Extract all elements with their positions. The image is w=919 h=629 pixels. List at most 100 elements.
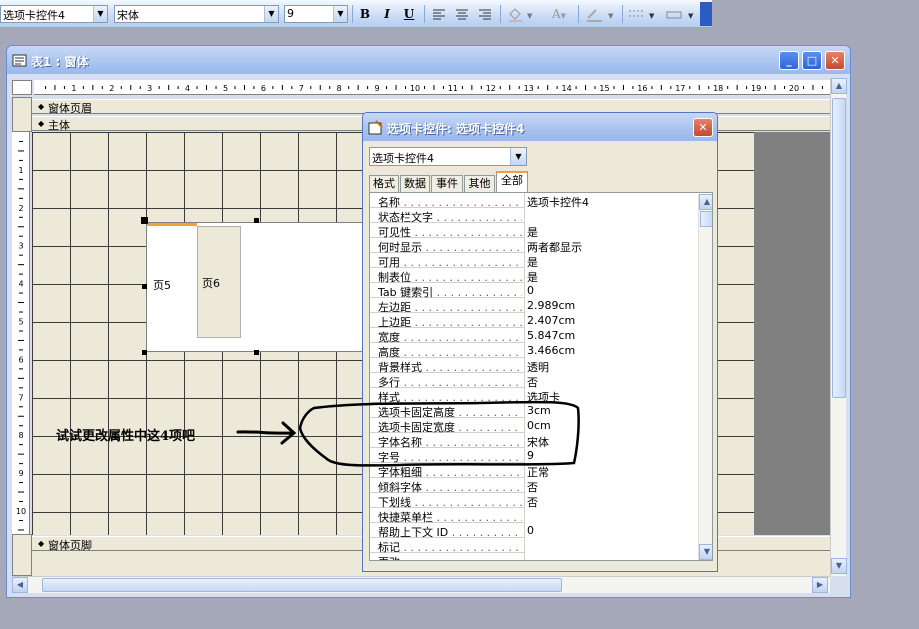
object-combo[interactable]: 选项卡控件4 ▼	[0, 5, 108, 23]
property-value[interactable]: 是	[524, 223, 694, 239]
property-value[interactable]: 是	[524, 268, 694, 284]
chevron-down-icon[interactable]: ▼	[93, 6, 107, 22]
horizontal-scrollbar[interactable]: ◀ ▶	[12, 576, 830, 593]
horizontal-scroll-thumb[interactable]	[42, 578, 562, 592]
property-row[interactable]: 快捷菜单栏	[370, 508, 694, 524]
underline-button[interactable]: U	[400, 6, 418, 23]
vertical-scrollbar[interactable]: ▲ ▼	[830, 78, 847, 576]
tab-all[interactable]: 全部	[496, 171, 528, 193]
property-row[interactable]: 可用是	[370, 253, 694, 269]
property-value[interactable]	[524, 208, 694, 223]
line-width-button[interactable]: ▼	[626, 6, 658, 23]
vertical-ruler[interactable]: 1 2 3 4 5 6 7 8 9 10	[12, 132, 30, 534]
property-row[interactable]: 倾斜字体否	[370, 478, 694, 494]
property-row[interactable]: 上边距2.407cm	[370, 313, 694, 329]
property-scrollbar[interactable]: ▲ ▼	[698, 194, 712, 560]
tab-page5[interactable]: 页5	[147, 223, 197, 339]
font-size-combo[interactable]: 9 ▼	[284, 5, 348, 23]
special-effect-button[interactable]: ▼	[664, 6, 698, 23]
vertical-scroll-thumb[interactable]	[832, 98, 846, 398]
align-right-button[interactable]	[476, 6, 494, 23]
property-value[interactable]: 0	[524, 283, 694, 298]
property-row[interactable]: 多行否	[370, 373, 694, 389]
property-row[interactable]: 标记	[370, 538, 694, 554]
font-name-combo[interactable]: 宋体 ▼	[114, 5, 279, 23]
property-value[interactable]: 2.407cm	[524, 313, 694, 328]
property-row[interactable]: 选项卡固定高度3cm	[370, 403, 694, 419]
property-value[interactable]: 5.847cm	[524, 328, 694, 343]
property-value[interactable]: 两者都显示	[524, 238, 694, 254]
property-row[interactable]: 下划线否	[370, 493, 694, 509]
property-row[interactable]: 字体名称宋体	[370, 433, 694, 449]
property-sheet-close-button[interactable]: ✕	[693, 118, 713, 137]
tab-event[interactable]: 事件	[431, 175, 463, 192]
property-value[interactable]: 9	[524, 448, 694, 463]
property-row[interactable]: 状态栏文字	[370, 208, 694, 224]
resize-handle[interactable]	[254, 350, 259, 355]
property-value[interactable]	[524, 553, 694, 560]
line-color-button[interactable]: ▼	[584, 6, 618, 23]
italic-button[interactable]: I	[378, 6, 396, 23]
property-value[interactable]: 2.989cm	[524, 298, 694, 313]
property-row[interactable]: 名称选项卡控件4	[370, 193, 694, 209]
property-scroll-thumb[interactable]	[700, 211, 712, 227]
resize-handle[interactable]	[254, 218, 259, 223]
property-row[interactable]: 帮助上下文 ID0	[370, 523, 694, 539]
property-row[interactable]: 何时显示两者都显示	[370, 238, 694, 254]
property-value[interactable]: 否	[524, 373, 694, 389]
property-value[interactable]: 是	[524, 253, 694, 269]
resize-handle[interactable]	[142, 350, 147, 355]
property-value[interactable]: 选项卡控件4	[524, 193, 694, 209]
close-button[interactable]: ✕	[825, 51, 845, 70]
window-titlebar[interactable]: 表1 : 窗体 _ □ ✕	[7, 46, 850, 74]
tab-format[interactable]: 格式	[369, 175, 399, 192]
property-value[interactable]	[524, 538, 694, 553]
section-selector-header[interactable]	[12, 97, 32, 132]
scroll-up-icon[interactable]: ▲	[831, 78, 847, 94]
property-value[interactable]: 否	[524, 478, 694, 494]
property-row[interactable]: 选项卡固定宽度0cm	[370, 418, 694, 434]
minimize-button[interactable]: _	[779, 51, 799, 70]
property-value[interactable]: 选项卡	[524, 388, 694, 404]
fill-color-button[interactable]: ▼	[506, 6, 536, 23]
property-value[interactable]: 0	[524, 523, 694, 538]
scroll-left-icon[interactable]: ◀	[12, 577, 28, 593]
property-value[interactable]	[524, 508, 694, 523]
object-selector[interactable]: 选项卡控件4 ▼	[369, 147, 527, 166]
scroll-down-icon[interactable]: ▼	[831, 558, 847, 574]
property-value[interactable]: 0cm	[524, 418, 694, 433]
property-value[interactable]: 3cm	[524, 403, 694, 418]
property-value[interactable]: 透明	[524, 358, 694, 374]
property-row[interactable]: 制表位是	[370, 268, 694, 284]
property-value[interactable]: 3.466cm	[524, 343, 694, 358]
chevron-down-icon[interactable]: ▼	[264, 6, 278, 22]
property-row[interactable]: 高度3.466cm	[370, 343, 694, 359]
property-value[interactable]: 否	[524, 493, 694, 509]
scroll-down-icon[interactable]: ▼	[699, 544, 712, 560]
bold-button[interactable]: B	[356, 6, 374, 23]
property-row[interactable]: 字体粗细正常	[370, 463, 694, 479]
chevron-down-icon[interactable]: ▼	[510, 148, 526, 165]
maximize-button[interactable]: □	[802, 51, 822, 70]
tab-page6[interactable]: 页6	[197, 226, 241, 338]
toolbar-options-grip[interactable]	[700, 2, 712, 26]
scroll-right-icon[interactable]: ▶	[812, 577, 828, 593]
horizontal-ruler[interactable]: 1 2 3 4 5 6 7 8 9 10 11 12 13 14 15 16 17 18 19 20	[34, 80, 830, 95]
property-row[interactable]: 更改	[370, 553, 694, 560]
tab-data[interactable]: 数据	[400, 175, 430, 192]
resize-handle[interactable]	[142, 284, 147, 289]
property-value[interactable]: 宋体	[524, 433, 694, 449]
property-row[interactable]: Tab 键索引0	[370, 283, 694, 299]
property-row[interactable]: 背景样式透明	[370, 358, 694, 374]
section-selector-footer[interactable]	[12, 534, 32, 576]
move-handle[interactable]	[141, 217, 148, 224]
property-row[interactable]: 可见性是	[370, 223, 694, 239]
property-row[interactable]: 左边距2.989cm	[370, 298, 694, 314]
property-value[interactable]: 正常	[524, 463, 694, 479]
tab-control[interactable]: 页5 页6	[146, 222, 364, 352]
chevron-down-icon[interactable]: ▼	[333, 6, 347, 22]
scroll-up-icon[interactable]: ▲	[699, 194, 712, 210]
tab-other[interactable]: 其他	[464, 175, 495, 192]
font-color-button[interactable]: A▼	[544, 6, 574, 23]
property-row[interactable]: 宽度5.847cm	[370, 328, 694, 344]
